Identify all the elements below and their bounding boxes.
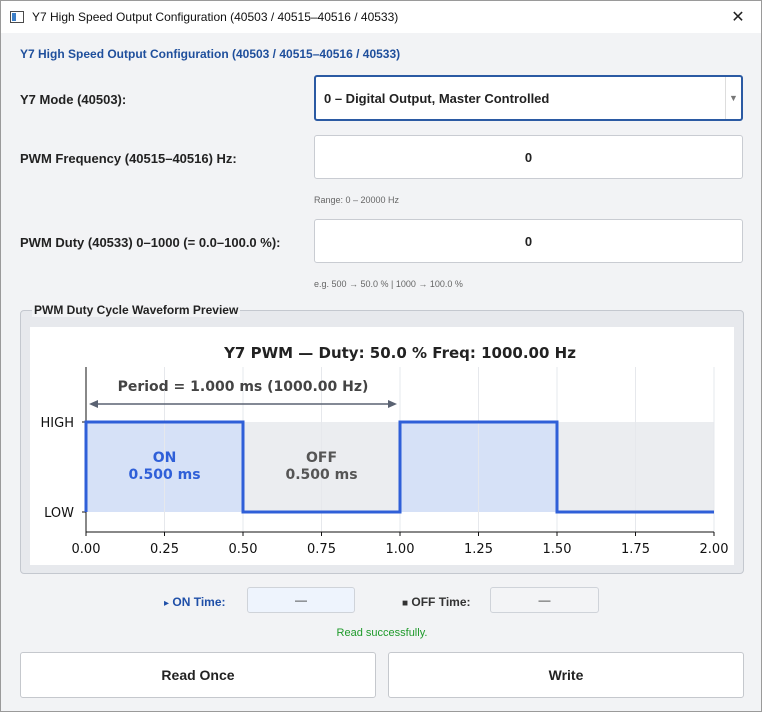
duty-hint: e.g. 500 → 50.0 % | 1000 → 100.0 % bbox=[314, 279, 463, 289]
x-tick-label: 0.00 bbox=[72, 542, 101, 557]
waveform-chart-area: 0.00 0.25 0.50 0.75 1.00 1.25 1.50 1.75 2.00 HIGH… bbox=[30, 327, 734, 565]
on-time-value: — bbox=[247, 587, 355, 613]
x-tick-label: 0.25 bbox=[150, 542, 179, 557]
status-message: Read successfully. bbox=[336, 627, 428, 639]
close-icon[interactable]: ✕ bbox=[715, 1, 761, 33]
square-icon: ■ bbox=[402, 598, 409, 609]
read-once-button[interactable]: Read Once bbox=[20, 652, 376, 698]
y-tick-label: LOW bbox=[44, 506, 74, 521]
mode-select[interactable]: 0 – Digital Output, Master Controlled ▼ bbox=[314, 75, 743, 121]
x-tick-label: 2.00 bbox=[700, 542, 729, 557]
x-tick-label: 1.75 bbox=[621, 542, 650, 557]
chevron-down-icon[interactable]: ▼ bbox=[725, 77, 741, 119]
duty-label: PWM Duty (40533) 0–1000 (= 0.0–100.0 %): bbox=[20, 235, 281, 250]
write-button[interactable]: Write bbox=[388, 652, 744, 698]
waveform-chart: 0.00 0.25 0.50 0.75 1.00 1.25 1.50 1.75 2.00 HIGH… bbox=[41, 344, 729, 565]
off-duration-label: 0.500 ms bbox=[285, 467, 357, 483]
x-tick-label: 0.50 bbox=[229, 542, 258, 557]
frequency-input[interactable]: 0 bbox=[314, 135, 743, 179]
on-duration-label: 0.500 ms bbox=[128, 467, 200, 483]
waveform-group-title: PWM Duty Cycle Waveform Preview bbox=[32, 303, 241, 317]
frequency-label: PWM Frequency (40515–40516) Hz: bbox=[20, 151, 237, 166]
window-title: Y7 High Speed Output Configuration (4050… bbox=[32, 10, 399, 24]
chart-title: Y7 PWM — Duty: 50.0 % Freq: 1000.00 Hz bbox=[223, 344, 576, 362]
off-time-label: ■ OFF Time: bbox=[402, 595, 471, 609]
on-region-label: ON bbox=[153, 450, 177, 466]
mode-selected-value: 0 – Digital Output, Master Controlled bbox=[324, 90, 550, 106]
form-header: Y7 High Speed Output Configuration (4050… bbox=[20, 47, 401, 61]
mode-label: Y7 Mode (40503): bbox=[20, 92, 127, 107]
config-window: Y7 High Speed Output Configuration (4050… bbox=[0, 0, 762, 712]
play-icon: ▸ bbox=[164, 598, 170, 609]
on-time-label: ▸ ON Time: bbox=[164, 595, 226, 609]
off-time-label-text: OFF Time: bbox=[411, 595, 471, 609]
period-annotation: Period = 1.000 ms (1000.00 Hz) bbox=[118, 379, 369, 395]
period-arrow-right-head bbox=[388, 400, 397, 408]
period-arrow-left-head bbox=[89, 400, 98, 408]
title-bar: Y7 High Speed Output Configuration (4050… bbox=[1, 1, 761, 33]
y-tick-label: HIGH bbox=[41, 416, 74, 431]
off-region-label: OFF bbox=[306, 450, 337, 466]
on-time-label-text: ON Time: bbox=[172, 595, 226, 609]
x-tick-label: 0.75 bbox=[307, 542, 336, 557]
x-tick-label: 1.00 bbox=[386, 542, 415, 557]
x-tick-label: 1.50 bbox=[543, 542, 572, 557]
off-time-value: — bbox=[490, 587, 599, 613]
frequency-hint: Range: 0 – 20000 Hz bbox=[314, 195, 400, 205]
window-icon bbox=[10, 11, 24, 23]
x-axis-label: Time (ms) bbox=[366, 564, 433, 565]
duty-input[interactable]: 0 bbox=[314, 219, 743, 263]
x-tick-label: 1.25 bbox=[464, 542, 493, 557]
